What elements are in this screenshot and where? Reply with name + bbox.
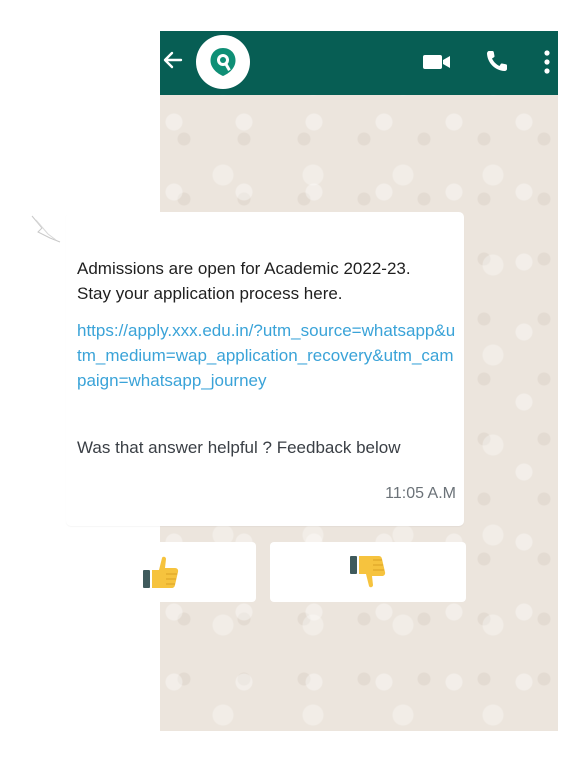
thumbs-down-icon — [350, 556, 386, 588]
message-body: Admissions are open for Academic 2022-23… — [77, 256, 457, 306]
message-timestamp: 11:05 A.M — [385, 485, 456, 502]
phone-icon[interactable] — [484, 48, 510, 74]
message-line: Stay your application process here. — [77, 284, 343, 303]
thumbs-down-button[interactable] — [270, 542, 466, 602]
more-vertical-icon[interactable] — [540, 49, 554, 75]
application-link[interactable]: https://apply.xxx.edu.in/?utm_source=wha… — [77, 318, 457, 393]
message-line: Admissions are open for Academic 2022-23… — [77, 259, 411, 278]
feedback-prompt: Was that answer helpful ? Feedback below — [77, 438, 401, 457]
sketch-decoration-icon — [31, 215, 61, 243]
video-camera-icon[interactable] — [422, 52, 452, 72]
thumbs-up-button[interactable] — [66, 542, 256, 602]
arrow-left-icon[interactable] — [162, 49, 184, 71]
thumbs-up-icon — [143, 556, 179, 588]
contact-avatar[interactable] — [196, 35, 250, 89]
location-pin-logo-icon — [210, 48, 236, 76]
